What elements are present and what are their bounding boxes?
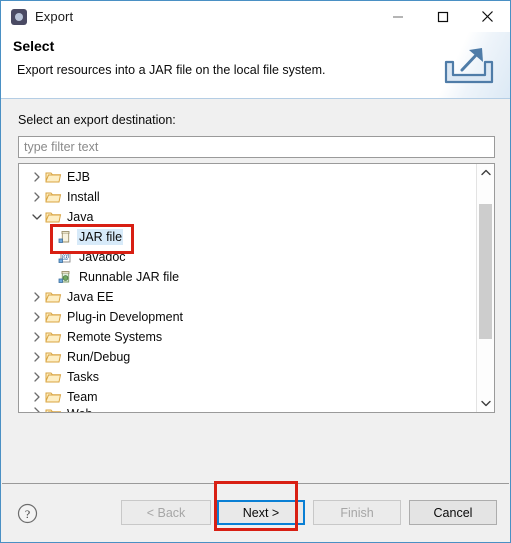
tree-item-plug-in-development[interactable]: Plug-in Development [19,307,477,327]
tree-item-label: Runnable JAR file [79,270,180,284]
folder-icon [45,350,62,364]
chevron-down-icon[interactable] [477,395,494,412]
dialog-body: Select an export destination: type filte… [1,99,510,483]
title-bar: Export [1,1,510,32]
folder-icon [45,190,62,204]
tree-item-run-debug[interactable]: Run/Debug [19,347,477,367]
back-button[interactable]: < Back [121,500,211,525]
folder-icon [45,390,62,404]
tree-item-team[interactable]: Team [19,387,477,407]
folder-icon [45,290,62,304]
tree-item-label: Tasks [67,370,99,384]
filter-input[interactable]: type filter text [18,136,495,158]
window-title: Export [35,9,74,24]
footer-separator [2,483,509,484]
runnable-jar-icon [57,270,74,284]
chevron-right-icon[interactable] [29,407,45,412]
tree-item-jar-file[interactable]: JAR file [19,227,477,247]
export-arrow-tray-icon [438,40,500,90]
tree-item-install[interactable]: Install [19,187,477,207]
dialog-footer: ? < Back Next > Finish Cancel [1,483,510,542]
filter-placeholder: type filter text [24,140,99,154]
chevron-right-icon[interactable] [29,292,45,302]
dialog-header: Select Export resources into a JAR file … [1,32,510,99]
chevron-right-icon[interactable] [29,352,45,362]
window-controls [375,1,510,32]
chevron-right-icon[interactable] [29,392,45,402]
chevron-right-icon[interactable] [29,172,45,182]
next-button[interactable]: Next > [217,500,305,525]
eclipse-export-icon [11,8,27,25]
export-dialog: Export Select Export resources into a JA… [0,0,511,543]
cancel-button[interactable]: Cancel [409,500,497,525]
finish-button[interactable]: Finish [313,500,401,525]
chevron-down-icon[interactable] [29,213,45,221]
javadoc-icon: @ [57,250,74,264]
tree-item-java-ee[interactable]: Java EE [19,287,477,307]
next-button-label: Next > [242,505,280,520]
chevron-right-icon[interactable] [29,332,45,342]
tree-item-label: Run/Debug [67,350,131,364]
tree-item-label: JAR file [78,230,123,244]
finish-button-label: Finish [340,505,374,520]
chevron-right-icon[interactable] [29,312,45,322]
tree-item-label: Java [67,210,94,224]
folder-icon [45,170,62,184]
tree-item-label: EJB [67,170,90,184]
tree-item-javadoc[interactable]: @ Javadoc [19,247,477,267]
export-destination-tree[interactable]: EJB Install Java JAR file @ Javadoc Runn… [18,163,495,413]
close-button[interactable] [465,1,510,32]
folder-icon [45,370,62,384]
tree-item-web[interactable]: Web [19,407,477,412]
tree-item-ejb[interactable]: EJB [19,167,477,187]
folder-icon [45,330,62,344]
tree-rows: EJB Install Java JAR file @ Javadoc Runn… [19,167,477,412]
folder-icon [45,310,62,324]
chevron-right-icon[interactable] [29,372,45,382]
folder-icon [45,210,62,224]
tree-item-java[interactable]: Java [19,207,477,227]
destination-label: Select an export destination: [18,113,176,127]
minimize-button[interactable] [375,1,420,32]
svg-text:?: ? [25,507,30,521]
chevron-right-icon[interactable] [29,192,45,202]
tree-item-label: Java EE [67,290,114,304]
maximize-button[interactable] [420,1,465,32]
help-question-icon[interactable]: ? [17,503,38,524]
tree-item-label: Team [67,390,98,404]
page-title: Select [13,38,55,54]
tree-item-remote-systems[interactable]: Remote Systems [19,327,477,347]
tree-item-label: Web [66,407,92,412]
folder-icon [45,407,62,412]
scrollbar-thumb[interactable] [479,204,492,339]
chevron-up-icon[interactable] [477,164,494,181]
cancel-button-label: Cancel [433,505,473,520]
tree-vertical-scrollbar[interactable] [476,164,494,412]
tree-item-label: Plug-in Development [67,310,184,324]
tree-item-label: Install [67,190,100,204]
tree-item-label: Javadoc [79,250,126,264]
tree-item-runnable-jar-file[interactable]: Runnable JAR file [19,267,477,287]
jar-file-icon [57,230,74,244]
tree-item-label: Remote Systems [67,330,163,344]
tree-item-tasks[interactable]: Tasks [19,367,477,387]
back-button-label: < Back [146,505,186,520]
page-description: Export resources into a JAR file on the … [17,63,326,77]
